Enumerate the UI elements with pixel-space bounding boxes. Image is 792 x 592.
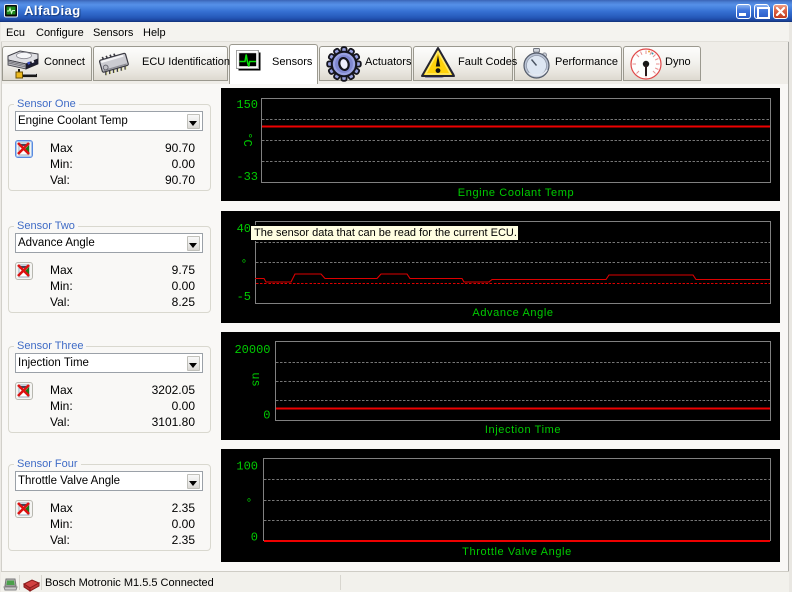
- svg-text:Engine Coolant Temp: Engine Coolant Temp: [458, 187, 574, 199]
- svg-text:Injection Time: Injection Time: [485, 424, 561, 436]
- svg-text:°: °: [234, 257, 248, 264]
- svg-text:0: 0: [263, 409, 270, 423]
- svg-text:100: 100: [236, 460, 258, 474]
- svg-text:-5: -5: [237, 290, 251, 304]
- svg-text:-33: -33: [236, 170, 258, 184]
- svg-text:Advance Angle: Advance Angle: [472, 307, 553, 319]
- svg-text:0: 0: [251, 531, 258, 545]
- svg-text:40: 40: [237, 222, 251, 236]
- svg-text:Throttle Valve Angle: Throttle Valve Angle: [462, 546, 572, 558]
- svg-text:°C: °C: [240, 132, 254, 146]
- svg-text:°: °: [239, 496, 253, 503]
- svg-text:150: 150: [236, 98, 258, 112]
- svg-text:us: us: [248, 372, 262, 386]
- svg-text:20000: 20000: [234, 343, 270, 357]
